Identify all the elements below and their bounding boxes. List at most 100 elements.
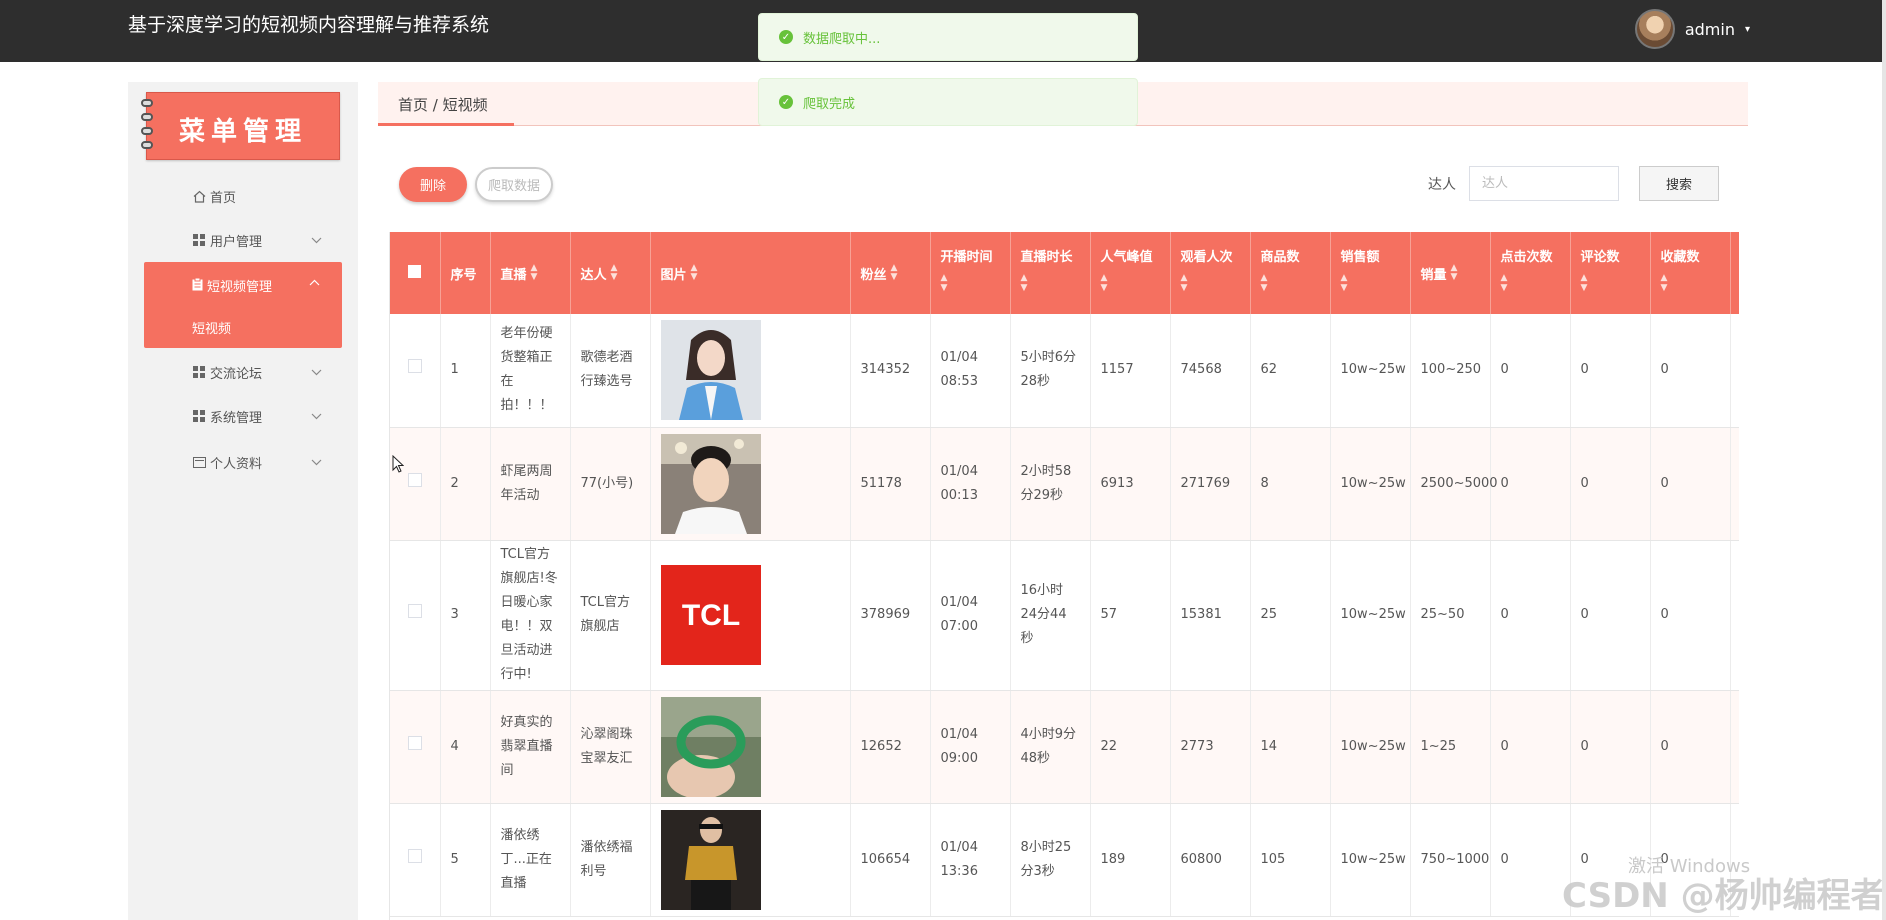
table-row[interactable]: 5 潘依绣丁...正在直播 潘依绣福利号 106654 01/04 13:36 … (390, 803, 1739, 917)
caret-down-icon[interactable]: ▾ (1745, 24, 1750, 35)
chevron-down-icon (311, 456, 322, 469)
col-header[interactable]: 开播时间 ▲ ▼ (930, 232, 1011, 314)
row-checkbox[interactable] (407, 604, 422, 618)
col-header[interactable]: 直播时长 ▲ ▼ (1010, 232, 1091, 314)
row-checkbox-cell (390, 427, 441, 541)
avatar[interactable] (1634, 9, 1675, 49)
sidebar-item-users[interactable]: 用户管理 (128, 220, 358, 260)
col-header[interactable]: 直播 ▲ ▼ (490, 232, 571, 314)
cell-favs: 0 (1650, 690, 1731, 804)
cell-live: 老年份硬货整箱正在拍！！！ (490, 314, 571, 428)
cell-fans: 378969 (850, 540, 931, 691)
chevron-down-icon (311, 366, 322, 379)
search-input[interactable] (1469, 166, 1619, 201)
cell-duration: 2小时58分29秒 (1010, 427, 1091, 541)
cell-comments: 0 (1570, 690, 1651, 804)
col-header[interactable]: 点击次数 ▲ ▼ (1490, 232, 1571, 314)
sidebar-item-profile[interactable]: 个人资料 (128, 442, 358, 482)
col-header[interactable]: 图片 ▲ ▼ (650, 232, 851, 314)
table-row[interactable]: 2 虾尾两周年活动 77(小号) 51178 01/04 00:13 2小时58… (390, 427, 1739, 541)
page-scrollbar[interactable] (1882, 0, 1886, 920)
user-menu[interactable]: admin ▾ (1634, 9, 1750, 49)
sort-icon[interactable]: ▲ ▼ (941, 273, 1000, 293)
sort-icon[interactable]: ▲ ▼ (691, 264, 698, 282)
col-header[interactable]: 销量 ▲ ▼ (1410, 232, 1491, 314)
col-header[interactable]: 粉丝 ▲ ▼ (850, 232, 931, 314)
cell-volume: 100~250 (1410, 314, 1491, 428)
table-row[interactable]: 4 好真实的翡翠直播间 沁翠阁珠宝翠友汇 12652 01/04 09:00 4… (390, 690, 1739, 804)
sort-icon[interactable]: ▲ ▼ (611, 264, 618, 282)
toast-done: ✓ 爬取完成 (758, 78, 1138, 126)
menu-banner-title: 菜单管理 (178, 117, 307, 147)
cell-comments: 0 (1570, 314, 1651, 428)
cell-fans: 51178 (850, 427, 931, 541)
sidebar-item-forum[interactable]: 交流论坛 (128, 352, 358, 392)
col-header[interactable]: 评论数 ▲ ▼ (1570, 232, 1651, 314)
sort-icon[interactable]: ▲ ▼ (1661, 273, 1720, 293)
thumbnail-image[interactable] (660, 809, 761, 910)
row-checkbox-cell (390, 803, 441, 917)
sidebar-item-label: 首页 (210, 190, 237, 206)
table-row[interactable]: 1 老年份硬货整箱正在拍！！！ 歌德老酒行臻选号 314352 01/04 08… (390, 314, 1739, 428)
cell-image (650, 427, 851, 541)
sidebar-item-video-management[interactable]: 短视频管理 (192, 276, 272, 295)
select-all-checkbox[interactable] (408, 264, 422, 278)
breadcrumb[interactable]: 首页 / 短视频 (398, 94, 488, 115)
cell-volume: 25~50 (1410, 540, 1491, 691)
col-header[interactable]: 观看人次 ▲ ▼ (1170, 232, 1251, 314)
col-header[interactable]: 人气峰值 ▲ ▼ (1090, 232, 1171, 314)
row-checkbox-cell (390, 314, 441, 428)
row-checkbox[interactable] (407, 472, 422, 487)
row-checkbox[interactable] (407, 359, 422, 374)
sort-icon[interactable]: ▲ ▼ (1261, 273, 1320, 293)
table-header-row: 序号 直播 ▲ ▼ 达人 ▲ ▼ 图片 ▲ ▼ 粉丝 ▲ ▼ 开播时间 ▲ ▼ 直播时长 ▲ ▼ 人气峰… (390, 232, 1739, 314)
sort-icon[interactable]: ▲ ▼ (1181, 273, 1240, 293)
col-header[interactable]: 达人 ▲ ▼ (570, 232, 651, 314)
sort-icon[interactable]: ▲ ▼ (1101, 273, 1160, 293)
thumbnail-image[interactable] (660, 433, 761, 534)
row-checkbox[interactable] (407, 735, 422, 750)
crawl-data-button[interactable]: 爬取数据 (475, 167, 553, 202)
col-header[interactable]: 收藏数 ▲ ▼ (1650, 232, 1731, 314)
cell-sales: 10w~25w (1330, 803, 1411, 917)
cell-no: 2 (440, 427, 491, 541)
thumbnail-image[interactable]: TCL (660, 565, 761, 665)
sort-icon[interactable]: ▲ ▼ (1581, 273, 1640, 293)
sort-icon[interactable]: ▲ ▼ (1451, 264, 1458, 282)
cell-clicks: 0 (1490, 803, 1571, 917)
row-checkbox[interactable] (407, 848, 422, 863)
cell-talent: 沁翠阁珠宝翠友汇 (570, 690, 651, 804)
cell-goods: 14 (1250, 690, 1331, 804)
sort-icon[interactable]: ▲ ▼ (891, 264, 898, 282)
ring-icon (141, 99, 153, 107)
cell-views: 271769 (1170, 427, 1251, 541)
grid-icon (192, 365, 206, 379)
cell-filler (1730, 427, 1739, 541)
search-button[interactable]: 搜索 (1639, 166, 1719, 201)
thumbnail-image[interactable] (660, 320, 761, 421)
col-header-filler (1730, 232, 1739, 314)
table-row[interactable]: 3 TCL官方旗舰店!冬日暖心家电！！双旦活动进行中! TCL官方旗舰店 TCL… (390, 540, 1739, 691)
cell-goods: 25 (1250, 540, 1331, 691)
cell-start: 01/04 09:00 (930, 690, 1011, 804)
sort-icon[interactable]: ▲ ▼ (1341, 273, 1400, 293)
chevron-up-icon[interactable] (309, 276, 320, 289)
user-name[interactable]: admin (1685, 20, 1735, 39)
sort-icon[interactable]: ▲ ▼ (1021, 273, 1080, 293)
sort-icon[interactable]: ▲ ▼ (531, 264, 538, 282)
breadcrumb-underline (378, 123, 514, 126)
col-header[interactable]: 商品数 ▲ ▼ (1250, 232, 1331, 314)
col-header[interactable]: 销售额 ▲ ▼ (1330, 232, 1411, 314)
thumbnail-image[interactable] (660, 696, 761, 797)
sidebar-item-system[interactable]: 系统管理 (128, 396, 358, 436)
sidebar-item-home[interactable]: 首页 (128, 176, 358, 216)
cell-talent: 歌德老酒行臻选号 (570, 314, 651, 428)
menu-banner: 菜单管理 (141, 92, 340, 160)
row-checkbox-cell (390, 540, 441, 691)
sidebar-subitem-video[interactable]: 短视频 (192, 318, 231, 337)
sort-icon[interactable]: ▲ ▼ (1501, 273, 1560, 293)
cell-start: 01/04 07:00 (930, 540, 1011, 691)
clipboard-icon (192, 277, 203, 294)
chevron-down-icon (311, 234, 322, 247)
delete-button[interactable]: 删除 (399, 167, 467, 202)
